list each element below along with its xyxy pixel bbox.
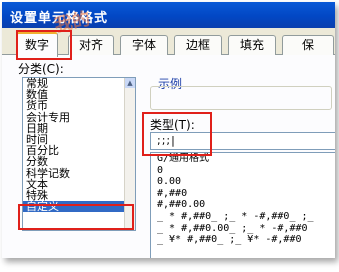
format-code-item[interactable]: G/通用格式 [151, 153, 335, 165]
category-item[interactable]: 货币 [23, 100, 135, 111]
tab-alignment[interactable]: 对齐 [68, 35, 114, 55]
category-scrollbar[interactable]: ▲ [124, 78, 135, 230]
type-label: 类型(T): [150, 118, 195, 132]
tab-protection-label: 保 [301, 38, 314, 52]
format-code-list[interactable]: G/通用格式 0 0.00 #,##0 #,##0.00 _ * #,##0_ … [150, 152, 335, 258]
category-item[interactable]: 分数 [23, 156, 135, 167]
tab-number[interactable]: 数字 [16, 32, 58, 57]
tab-fill[interactable]: 填充 [228, 35, 276, 55]
format-code-item[interactable]: _ * #,##0.00_ ;_ * -#,##0 [151, 223, 335, 235]
category-list[interactable]: 常规 数值 货币 会计专用 日期 时间 百分比 分数 科学记数 文本 特殊 自定… [22, 77, 136, 231]
tab-fill-label: 填充 [239, 38, 264, 52]
tab-alignment-label: 对齐 [78, 38, 103, 52]
tab-border[interactable]: 边框 [174, 35, 222, 55]
format-code-item[interactable]: 0.00 [151, 176, 335, 188]
type-input[interactable]: ;;;| [150, 132, 335, 150]
format-code-item[interactable]: 0 [151, 165, 335, 177]
tab-number-label: 数字 [24, 38, 49, 52]
category-item-custom[interactable]: 自定义 [23, 201, 135, 213]
format-code-item[interactable]: _ ¥* #,##0_ ;_ ¥* -#,##0 [151, 234, 335, 246]
format-code-item[interactable]: _ * #,##0_ ;_ * -#,##0_ ;_ [151, 211, 335, 223]
tab-font[interactable]: 字体 [120, 35, 168, 55]
format-code-item[interactable]: #,##0 [151, 188, 335, 200]
tab-protection[interactable]: 保 [282, 35, 334, 55]
tab-bar: 数字 对齐 字体 边框 填充 保 [2, 32, 335, 57]
category-item[interactable]: 科学记数 [23, 167, 135, 179]
tab-border-label: 边框 [185, 38, 210, 52]
scroll-up-icon[interactable]: ▲ [125, 78, 135, 88]
format-cells-dialog: 设置单元格格式 我的 数字 对齐 字体 边框 填充 保 分类(C): 常规 数值… [2, 2, 335, 258]
sample-preview [150, 86, 332, 110]
category-label: 分类(C): [18, 62, 64, 76]
format-code-item[interactable]: #,##0.00 [151, 199, 335, 211]
tab-font-label: 字体 [131, 38, 156, 52]
